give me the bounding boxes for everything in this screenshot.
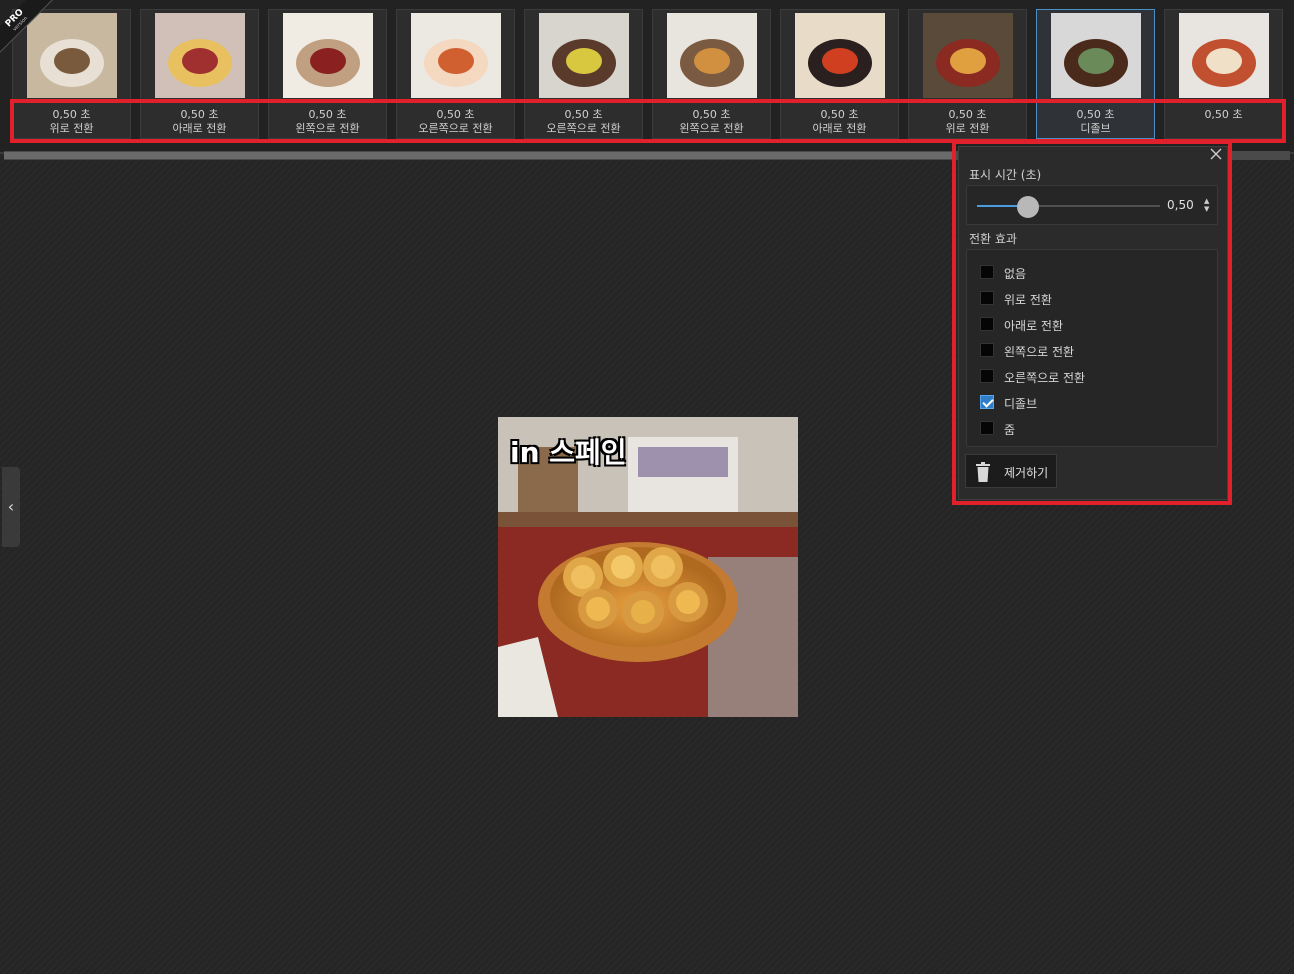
thumbnail-image <box>283 13 373 98</box>
option-label: 오른쪽으로 전환 <box>1004 371 1086 385</box>
close-icon <box>1210 148 1222 160</box>
option-label: 위로 전환 <box>1004 293 1052 307</box>
option-label: 줌 <box>1004 423 1016 437</box>
thumbnail-image <box>795 13 885 98</box>
duration-spinbox-arrows[interactable]: ▲ ▼ <box>1204 197 1214 213</box>
option-label: 없음 <box>1004 267 1027 281</box>
option-checkbox[interactable] <box>980 265 994 279</box>
scrollbar-thumb[interactable] <box>4 152 954 159</box>
spin-down-icon[interactable]: ▼ <box>1204 205 1214 213</box>
option-label: 왼쪽으로 전환 <box>1004 345 1075 359</box>
pro-version-badge: PRO version <box>0 0 56 56</box>
close-panel-button[interactable] <box>1209 147 1223 161</box>
option-label: 디졸브 <box>1004 397 1038 411</box>
remove-button[interactable]: 제거하기 <box>965 454 1057 488</box>
transition-option[interactable]: 위로 전환 <box>980 290 1200 308</box>
trash-icon <box>976 462 990 482</box>
option-label: 아래로 전환 <box>1004 319 1064 333</box>
transition-option[interactable]: 왼쪽으로 전환 <box>980 342 1200 360</box>
thumbnail-image <box>1051 13 1141 98</box>
linkedin-icon: in <box>510 436 540 469</box>
transition-option[interactable]: 줌 <box>980 420 1200 438</box>
option-checkbox[interactable] <box>980 317 994 331</box>
thumbnail-image <box>1179 13 1269 98</box>
thumbnail-image <box>667 13 757 98</box>
duration-spinbox-value[interactable]: 0,50 <box>1167 198 1194 212</box>
slide-preview: in 스페인 <box>498 417 798 717</box>
duration-label: 표시 시간 (초) <box>969 168 1042 182</box>
transition-option[interactable]: 디졸브 <box>980 394 1200 412</box>
transition-effect-list: 없음위로 전환아래로 전환왼쪽으로 전환오른쪽으로 전환디졸브줌 <box>966 249 1218 447</box>
option-checkbox[interactable] <box>980 343 994 357</box>
thumbnail-image <box>411 13 501 98</box>
option-checkbox[interactable] <box>980 395 994 409</box>
thumbnail-image <box>155 13 245 98</box>
chevron-left-icon: ‹ <box>7 497 15 516</box>
transition-settings-panel: 표시 시간 (초) 0,50 ▲ ▼ 전환 효과 없음위로 전환아래로 전환왼쪽… <box>958 146 1228 500</box>
preview-title: in 스페인 <box>510 431 627 471</box>
spin-up-icon[interactable]: ▲ <box>1204 197 1214 205</box>
preview-title-text: 스페인 <box>549 436 627 469</box>
option-checkbox[interactable] <box>980 369 994 383</box>
duration-control: 0,50 ▲ ▼ <box>966 185 1218 225</box>
transition-option[interactable]: 오른쪽으로 전환 <box>980 368 1200 386</box>
option-checkbox[interactable] <box>980 291 994 305</box>
transition-option[interactable]: 아래로 전환 <box>980 316 1200 334</box>
option-checkbox[interactable] <box>980 421 994 435</box>
thumbnail-image <box>539 13 629 98</box>
remove-button-label: 제거하기 <box>1004 466 1049 480</box>
collapse-panel-button[interactable]: ‹ <box>2 467 20 547</box>
caption-highlight <box>10 99 1286 143</box>
duration-slider-knob[interactable] <box>1017 196 1040 218</box>
transition-effect-label: 전환 효과 <box>969 232 1017 246</box>
transition-option[interactable]: 없음 <box>980 264 1200 282</box>
thumbnail-image <box>923 13 1013 98</box>
